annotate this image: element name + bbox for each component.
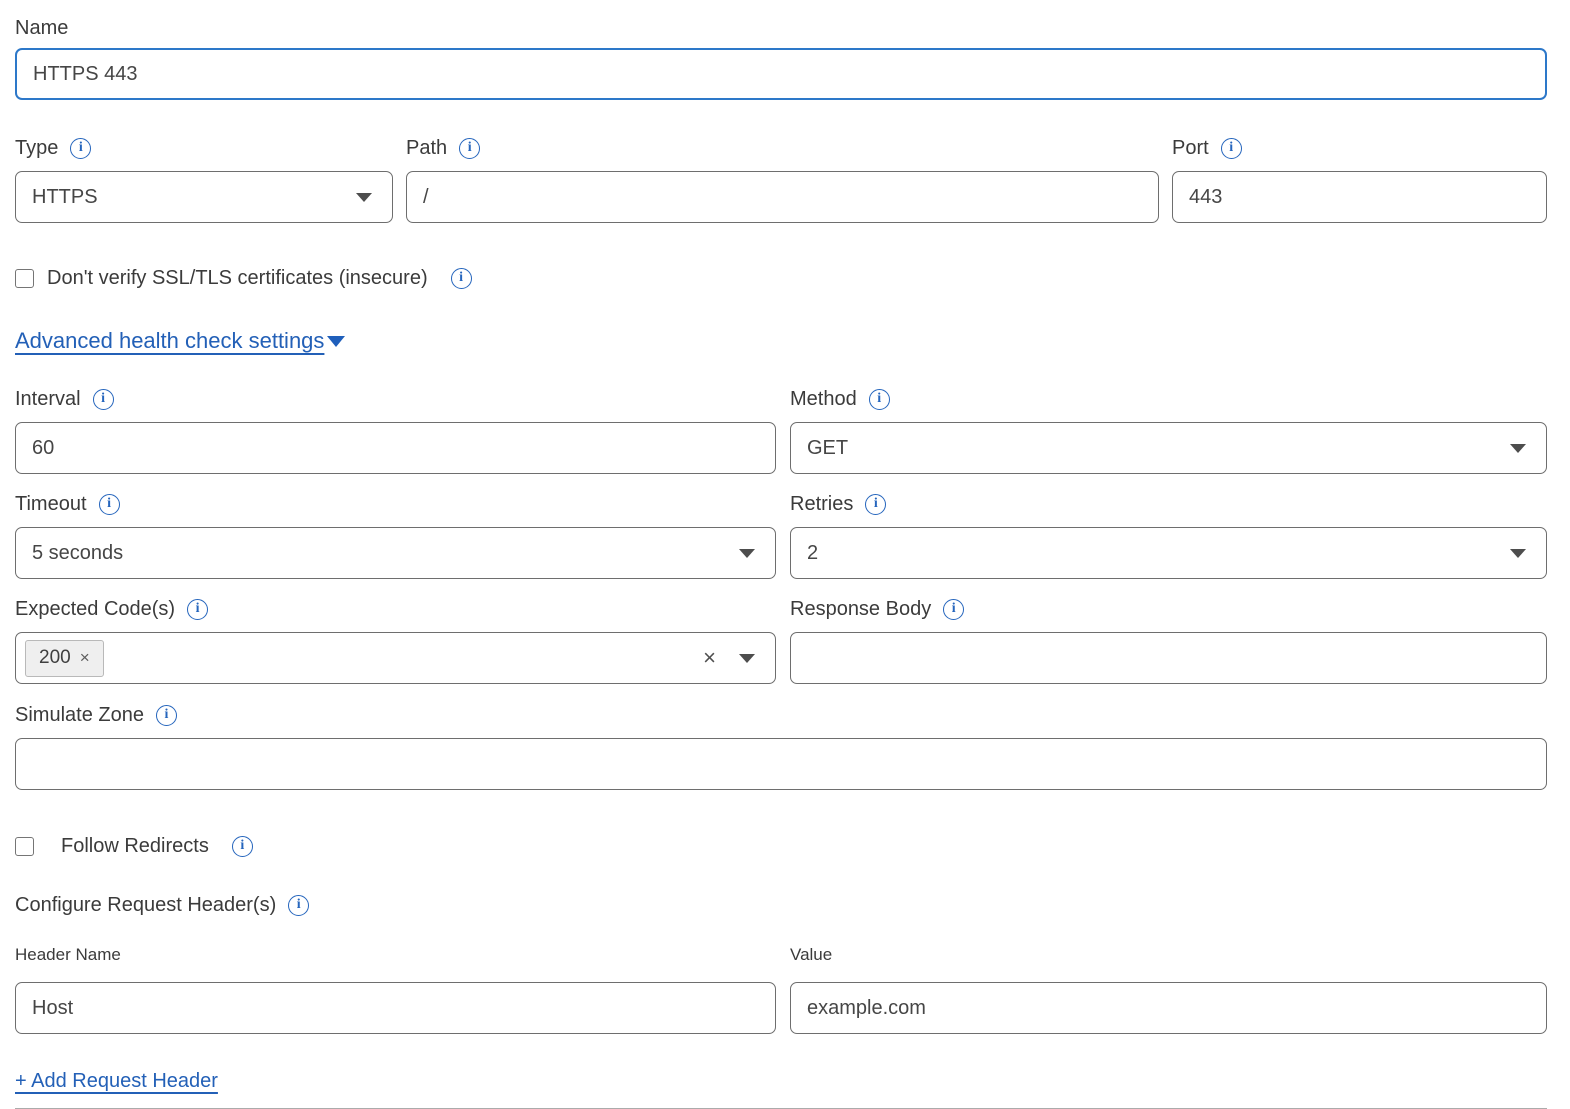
code-tag-text: 200: [39, 647, 71, 669]
response-body-input[interactable]: [790, 632, 1547, 684]
timeout-info-icon[interactable]: i: [99, 494, 120, 515]
remove-tag-icon[interactable]: ×: [80, 648, 90, 668]
retries-select[interactable]: 2: [790, 527, 1547, 579]
type-select-value: HTTPS: [32, 186, 98, 209]
timeout-label: Timeout: [15, 492, 87, 516]
expected-codes-info-icon[interactable]: i: [187, 599, 208, 620]
port-input[interactable]: [1172, 171, 1547, 223]
timeout-select-value: 5 seconds: [32, 542, 123, 565]
method-select[interactable]: GET: [790, 422, 1547, 474]
ssl-verify-label: Don't verify SSL/TLS certificates (insec…: [47, 266, 428, 290]
simulate-zone-info-icon[interactable]: i: [156, 705, 177, 726]
port-field: Port i: [1172, 136, 1547, 223]
follow-redirects-label: Follow Redirects: [61, 834, 209, 858]
follow-redirects-checkbox[interactable]: [15, 837, 34, 856]
timeout-select[interactable]: 5 seconds: [15, 527, 776, 579]
clear-all-icon[interactable]: ×: [703, 647, 716, 669]
method-field: Method i GET: [790, 387, 1547, 474]
type-field: Type i HTTPS: [15, 136, 393, 223]
name-label-text: Name: [15, 16, 68, 40]
simulate-zone-input[interactable]: [15, 738, 1547, 790]
interval-field: Interval i: [15, 387, 776, 474]
interval-label: Interval: [15, 387, 81, 411]
follow-redirects-info-icon[interactable]: i: [232, 836, 253, 857]
configure-headers-label-text: Configure Request Header(s): [15, 893, 276, 917]
ssl-verify-checkbox[interactable]: [15, 269, 34, 288]
method-label: Method: [790, 387, 857, 411]
name-label: Name: [15, 16, 68, 40]
retries-label: Retries: [790, 492, 853, 516]
simulate-zone-label: Simulate Zone: [15, 703, 144, 727]
path-info-icon[interactable]: i: [459, 138, 480, 159]
retries-info-icon[interactable]: i: [865, 494, 886, 515]
expected-codes-multiselect[interactable]: 200 × ×: [15, 632, 776, 684]
code-tag: 200 ×: [25, 640, 104, 677]
configure-headers-info-icon[interactable]: i: [288, 895, 309, 916]
add-request-header-link[interactable]: + Add Request Header: [15, 1070, 218, 1092]
chevron-down-icon: [356, 193, 372, 202]
chevron-down-icon: [739, 549, 755, 558]
header-name-field: Header Name: [15, 945, 776, 1034]
advanced-settings-link[interactable]: Advanced health check settings: [15, 328, 345, 354]
header-value-input[interactable]: [790, 982, 1547, 1034]
configure-headers-label: Configure Request Header(s) i: [15, 893, 309, 917]
timeout-field: Timeout i 5 seconds: [15, 492, 776, 579]
expected-codes-label: Expected Code(s): [15, 597, 175, 621]
caret-down-icon: [327, 336, 345, 347]
path-label: Path: [406, 136, 447, 160]
method-info-icon[interactable]: i: [869, 389, 890, 410]
name-input[interactable]: [15, 48, 1547, 100]
interval-info-icon[interactable]: i: [93, 389, 114, 410]
header-name-input[interactable]: [15, 982, 776, 1034]
type-select[interactable]: HTTPS: [15, 171, 393, 223]
advanced-settings-link-text[interactable]: Advanced health check settings: [15, 328, 324, 354]
ssl-verify-info-icon[interactable]: i: [451, 268, 472, 289]
response-body-label: Response Body: [790, 597, 931, 621]
interval-input[interactable]: [15, 422, 776, 474]
chevron-down-icon: [1510, 549, 1526, 558]
response-body-field: Response Body i: [790, 597, 1547, 684]
simulate-zone-field: Simulate Zone i: [15, 703, 1547, 790]
request-header-row: Header Name Value: [15, 945, 1547, 1034]
port-info-icon[interactable]: i: [1221, 138, 1242, 159]
header-value-label: Value: [790, 945, 832, 965]
response-body-info-icon[interactable]: i: [943, 599, 964, 620]
chevron-down-icon: [1510, 444, 1526, 453]
port-label: Port: [1172, 136, 1209, 160]
path-field: Path i: [406, 136, 1159, 223]
expected-codes-field: Expected Code(s) i 200 × ×: [15, 597, 776, 684]
health-check-form: Name Type i HTTPS Path i Port i: [0, 0, 1570, 1109]
header-name-label: Header Name: [15, 945, 121, 965]
path-input[interactable]: [406, 171, 1159, 223]
retries-field: Retries i 2: [790, 492, 1547, 579]
retries-select-value: 2: [807, 542, 818, 565]
chevron-down-icon[interactable]: [739, 654, 755, 663]
type-label: Type: [15, 136, 58, 160]
type-info-icon[interactable]: i: [70, 138, 91, 159]
method-select-value: GET: [807, 437, 848, 460]
header-value-field: Value: [790, 945, 1547, 1034]
